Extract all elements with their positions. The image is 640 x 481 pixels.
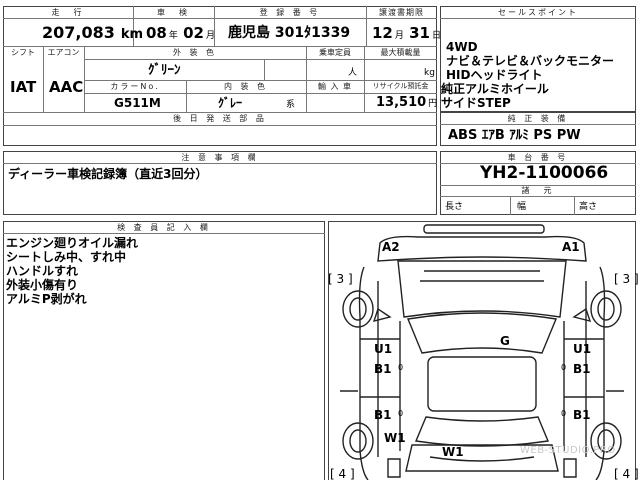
inspector-note: 外装小傷有り [6,278,79,292]
damage-mark-b1-left-top: B1 [374,362,392,376]
mileage-label: 走 行 [51,8,85,17]
dimensions-label: 諸 元 [521,186,555,195]
inspector-note: ハンドルすれ [6,264,79,278]
mileage-value: 207,083 km [42,23,144,42]
factory-equipment-label: 純 正 装 備 [507,114,569,123]
zero-mark: 0 [561,409,567,418]
color-no-value: G511M [114,96,161,110]
aircon-label: エアコン [47,48,80,57]
damage-mark-b1-right-bottom: B1 [573,408,591,422]
damage-mark-b1-right-top: B1 [573,362,591,376]
aircon-value: AAC [49,78,84,96]
sales-point-item: 4WD [446,40,478,54]
inspector-note: シートしみ中、すれ中 [6,250,127,264]
bracket-right-bottom: [ 4 ] [614,467,639,481]
watermark: WEB-STUDIO.PRO [520,445,616,456]
damage-mark-u1-right: U1 [573,342,592,356]
width-label: 幅 [517,202,527,212]
import-label: 輸 入 車 [317,82,353,91]
chassis-label: 車 台 番 号 [507,153,569,162]
exterior-color-label: 外 装 色 [172,48,218,57]
later-parts-label: 後 日 発 送 部 品 [173,114,267,123]
inspector-label: 検 査 員 記 入 欄 [117,223,211,232]
max-load-label: 最大積載量 [380,48,421,57]
max-load-unit: kg [424,68,435,78]
capacity-unit: 人 [348,68,358,78]
damage-mark-w1-rear: W1 [442,445,464,459]
zero-mark: 0 [561,363,567,372]
height-label: 高さ [579,202,598,212]
zero-mark: 0 [398,363,404,372]
capacity-label: 乗車定員 [319,48,351,57]
recycle-label: リサイクル預託金 [372,82,429,90]
damage-mark-a1: A1 [562,240,580,254]
interior-color-label: 内 装 色 [223,82,269,91]
sales-point-item: HIDヘッドライト [446,68,543,82]
interior-color-value: ｸﾞﾚｰ [218,96,243,110]
sales-point-item: 純正アルミホイール [441,82,549,96]
exterior-color-value: ｸﾞﾘｰﾝ [148,63,181,78]
inspection-date: 08 年 02 月 [146,24,216,42]
shift-value: IAT [10,78,37,96]
chassis-value: YH2-1100066 [480,163,609,183]
transfer-deadline-label: 譲渡書期限 [379,8,424,17]
recycle-value: 13,510 円 [376,95,438,110]
sales-point-item: ナビ＆テレビ＆バックモニター [446,54,615,68]
damage-mark-w1-side: W1 [384,431,406,445]
zero-mark: 0 [398,409,404,418]
notes-text: ディーラー車検記録簿（直近3回分） [8,167,208,181]
sales-points-label: セールスポイント [498,8,578,17]
bracket-right-top: [ 3 ] [614,272,639,286]
plate-value: 鹿児島 301ﾀ1339 [228,25,351,41]
sales-point-item: サイドSTEP [441,96,511,110]
color-no-label: カラーNo. [110,82,160,91]
damage-mark-g: G [500,334,510,348]
damage-mark-u1-left: U1 [374,342,393,356]
length-label: 長さ [445,202,464,212]
notes-label: 注 意 事 項 欄 [181,153,259,162]
transfer-deadline-value: 12 月 31 日 [372,24,442,42]
inspection-label: 車 検 [157,8,190,17]
damage-mark-b1-left-bottom: B1 [374,408,392,422]
inspector-note: エンジン廻りオイル漏れ [6,236,139,250]
factory-equipment-value: ABS ｴｱB ｱﾙﾐ PS PW [448,128,581,143]
bracket-left-top: [ 3 ] [328,272,353,286]
shift-label: シフト [11,48,35,57]
bracket-left-bottom: [ 4 ] [330,467,355,481]
plate-label: 登 録 番 号 [259,8,321,17]
inspector-note: アルミP剥がれ [6,292,87,306]
damage-mark-a2: A2 [382,240,400,254]
interior-color-suffix: 系 [286,100,296,110]
